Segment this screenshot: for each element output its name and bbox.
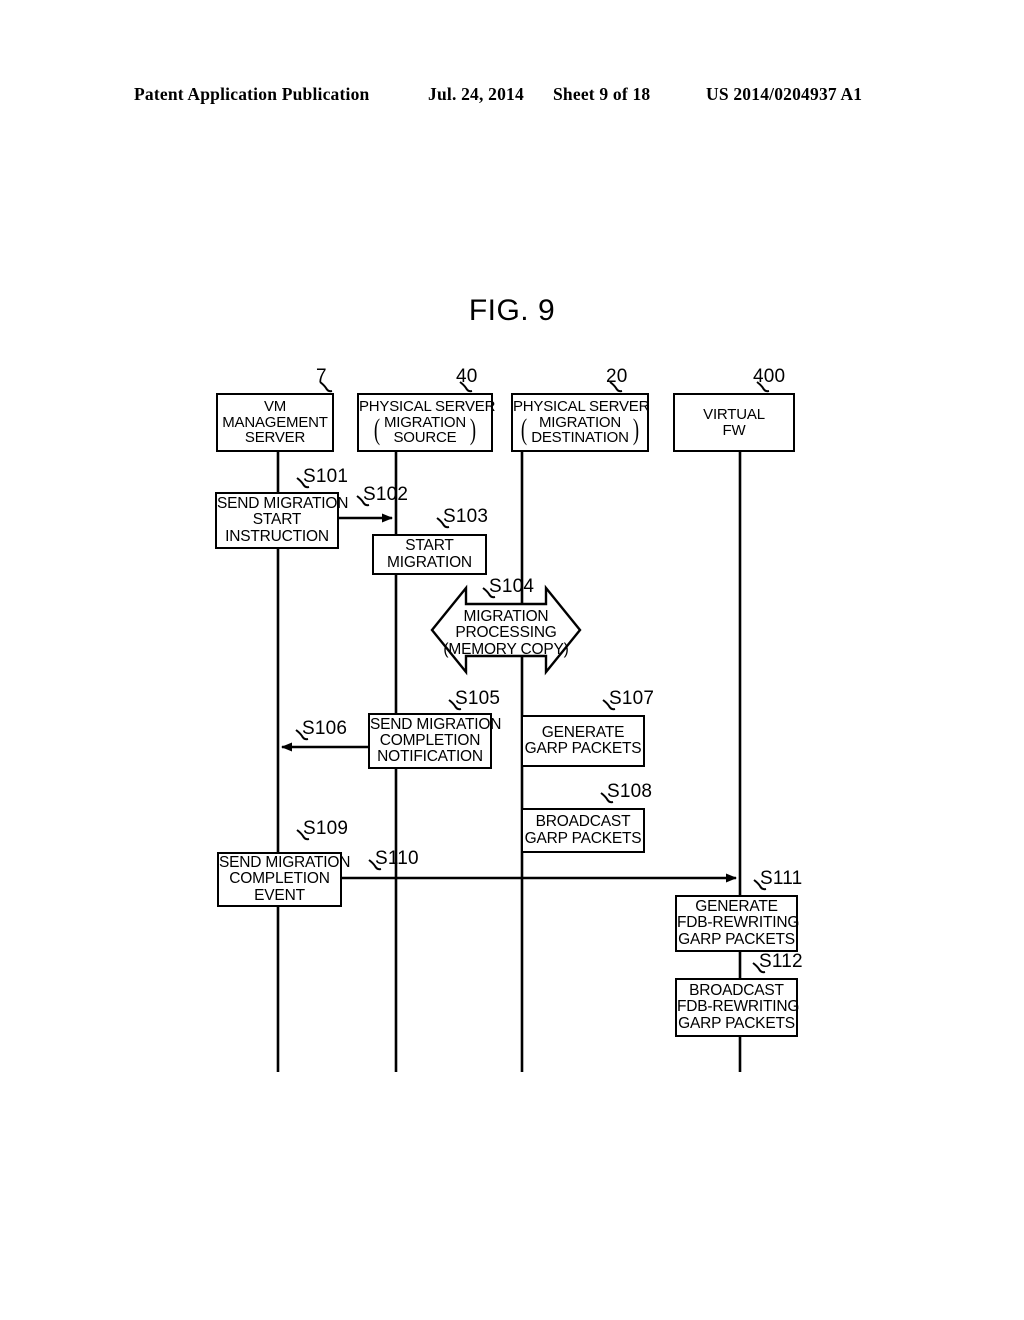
- head-paren-group: ( MIGRATION DESTINATION ): [513, 415, 647, 446]
- head-label-line: VIRTUAL: [703, 405, 765, 423]
- head-paren-group: ( MIGRATION SOURCE ): [359, 415, 491, 446]
- step-label-line: SEND MIGRATION: [370, 715, 502, 733]
- step-box-s111[interactable]: GENERATE FDB-REWRITING GARP PACKETS: [675, 895, 800, 952]
- step-tag-s112: S112: [759, 951, 803, 972]
- step-label-line: GENERATE: [695, 898, 778, 916]
- paren-close-icon: ): [469, 413, 476, 446]
- step-label-line: GARP PACKETS: [678, 930, 795, 948]
- step-label-line: MIGRATION: [463, 608, 549, 625]
- head-label-line: MIGRATION: [538, 413, 622, 431]
- lifeline-head-physical-server-migration-source[interactable]: PHYSICAL SERVER ( MIGRATION SOURCE ): [357, 393, 495, 452]
- step-box-s103[interactable]: START MIGRATION: [372, 534, 487, 575]
- lifeline-head-vm-management-server[interactable]: VM MANAGEMENT SERVER: [216, 393, 334, 452]
- step-label-line: START: [405, 537, 454, 555]
- step-label-line: GENERATE: [541, 723, 625, 741]
- head-label-line: MIGRATION: [383, 413, 467, 431]
- paren-open-icon: (: [521, 413, 528, 446]
- reference-numeral-40: 40: [456, 366, 478, 387]
- head-label-line: MANAGEMENT: [222, 413, 328, 431]
- step-label-line: SEND MIGRATION: [217, 495, 349, 513]
- step-tag-s108: S108: [607, 781, 653, 802]
- step-label-line: NOTIFICATION: [377, 748, 483, 766]
- head-label-line: PHYSICAL SERVER: [513, 398, 650, 416]
- step-tag-s101: S101: [303, 466, 349, 487]
- step-label-line: (MEMORY COPY): [443, 640, 569, 658]
- step-label-line: EVENT: [254, 886, 305, 904]
- head-label-line: DESTINATION: [531, 429, 629, 447]
- head-label-line: VM: [263, 398, 287, 416]
- step-box-s112[interactable]: BROADCAST FDB-REWRITING GARP PACKETS: [675, 978, 800, 1037]
- step-tag-s110: S110: [375, 848, 419, 869]
- step-tag-s103: S103: [443, 506, 489, 527]
- step-label-line: FDB-REWRITING: [677, 998, 800, 1016]
- step-label-line: GARP PACKETS: [524, 829, 642, 847]
- reference-numeral-20: 20: [606, 366, 628, 387]
- step-label-line: INSTRUCTION: [225, 527, 329, 545]
- step-label-line: BROADCAST: [689, 982, 784, 1000]
- paren-close-icon: ): [632, 413, 639, 446]
- step-label-line: MIGRATION: [387, 553, 472, 571]
- step-tag-s107: S107: [609, 688, 655, 709]
- lifeline-head-physical-server-migration-destination[interactable]: PHYSICAL SERVER ( MIGRATION DESTINATION …: [511, 393, 649, 452]
- step-tag-s105: S105: [455, 688, 501, 709]
- step-label-line: BROADCAST: [535, 813, 631, 831]
- lifeline-head-virtual-fw[interactable]: VIRTUAL FW: [673, 393, 795, 452]
- step-box-s101[interactable]: SEND MIGRATION START INSTRUCTION: [215, 492, 349, 549]
- step-label-line: PROCESSING: [455, 624, 557, 642]
- step-tag-s109: S109: [303, 818, 349, 839]
- step-label-line: SEND MIGRATION: [219, 854, 351, 872]
- step-label-line: COMPLETION: [379, 731, 481, 749]
- reference-numeral-400: 400: [753, 366, 786, 387]
- step-tag-s111: S111: [760, 868, 803, 889]
- step-tag-s106: S106: [302, 718, 348, 739]
- head-label-line: SOURCE: [393, 429, 457, 447]
- diagram-vector-layer: [276, 381, 770, 1072]
- step-box-s105[interactable]: SEND MIGRATION COMPLETION NOTIFICATION: [368, 713, 502, 769]
- step-tag-s104: S104: [489, 576, 535, 597]
- sequence-diagram: VM MANAGEMENT SERVER 7 PHYSICAL SERVER (…: [0, 0, 1024, 1320]
- step-label-line: COMPLETION: [229, 870, 330, 888]
- paren-open-icon: (: [374, 413, 381, 446]
- step-label-line: START: [252, 511, 302, 529]
- step-box-s108[interactable]: BROADCAST GARP PACKETS: [521, 808, 645, 853]
- head-label-line: SERVER: [244, 429, 306, 447]
- step-label-line: FDB-REWRITING: [677, 914, 800, 932]
- step-tag-s102: S102: [363, 484, 409, 505]
- step-label-line: GARP PACKETS: [678, 1014, 795, 1032]
- step-label-s104: MIGRATION PROCESSING (MEMORY COPY): [440, 608, 572, 658]
- step-box-s107[interactable]: GENERATE GARP PACKETS: [521, 715, 645, 767]
- head-label-line: FW: [722, 421, 746, 439]
- step-box-s109[interactable]: SEND MIGRATION COMPLETION EVENT: [217, 852, 351, 907]
- step-label-line: GARP PACKETS: [524, 740, 642, 757]
- reference-numeral-7: 7: [316, 366, 327, 387]
